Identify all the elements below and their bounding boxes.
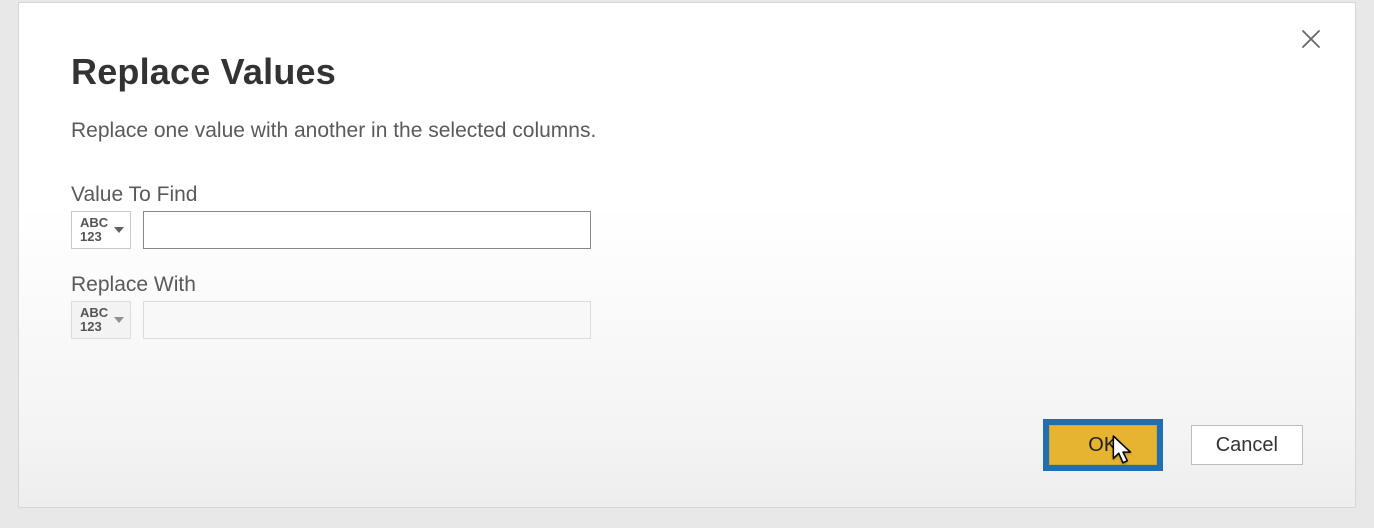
- abc-text: ABC: [80, 306, 108, 320]
- dialog-button-row: OK Cancel: [1043, 419, 1303, 471]
- cancel-button[interactable]: Cancel: [1191, 425, 1303, 465]
- value-to-find-row: ABC 123: [71, 211, 1303, 249]
- ok-button[interactable]: OK: [1049, 425, 1157, 465]
- any-type-icon: ABC 123: [80, 306, 108, 334]
- 123-text: 123: [80, 320, 108, 334]
- ok-button-highlight: OK: [1043, 419, 1163, 471]
- replace-with-type-selector[interactable]: ABC 123: [71, 301, 131, 339]
- abc-text: ABC: [80, 216, 108, 230]
- replace-with-input[interactable]: [143, 301, 591, 339]
- replace-values-dialog: Replace Values Replace one value with an…: [18, 2, 1356, 508]
- any-type-icon: ABC 123: [80, 216, 108, 244]
- field-replace-with: Replace With ABC 123: [71, 273, 1303, 339]
- chevron-down-icon: [114, 227, 124, 233]
- field-value-to-find: Value To Find ABC 123: [71, 183, 1303, 249]
- chevron-down-icon: [114, 317, 124, 323]
- value-to-find-input[interactable]: [143, 211, 591, 249]
- replace-with-label: Replace With: [71, 273, 1303, 297]
- dialog-title: Replace Values: [71, 51, 1303, 93]
- replace-with-row: ABC 123: [71, 301, 1303, 339]
- value-to-find-type-selector[interactable]: ABC 123: [71, 211, 131, 249]
- dialog-description: Replace one value with another in the se…: [71, 119, 1303, 143]
- 123-text: 123: [80, 230, 108, 244]
- dialog-content: Replace Values Replace one value with an…: [71, 51, 1303, 363]
- value-to-find-label: Value To Find: [71, 183, 1303, 207]
